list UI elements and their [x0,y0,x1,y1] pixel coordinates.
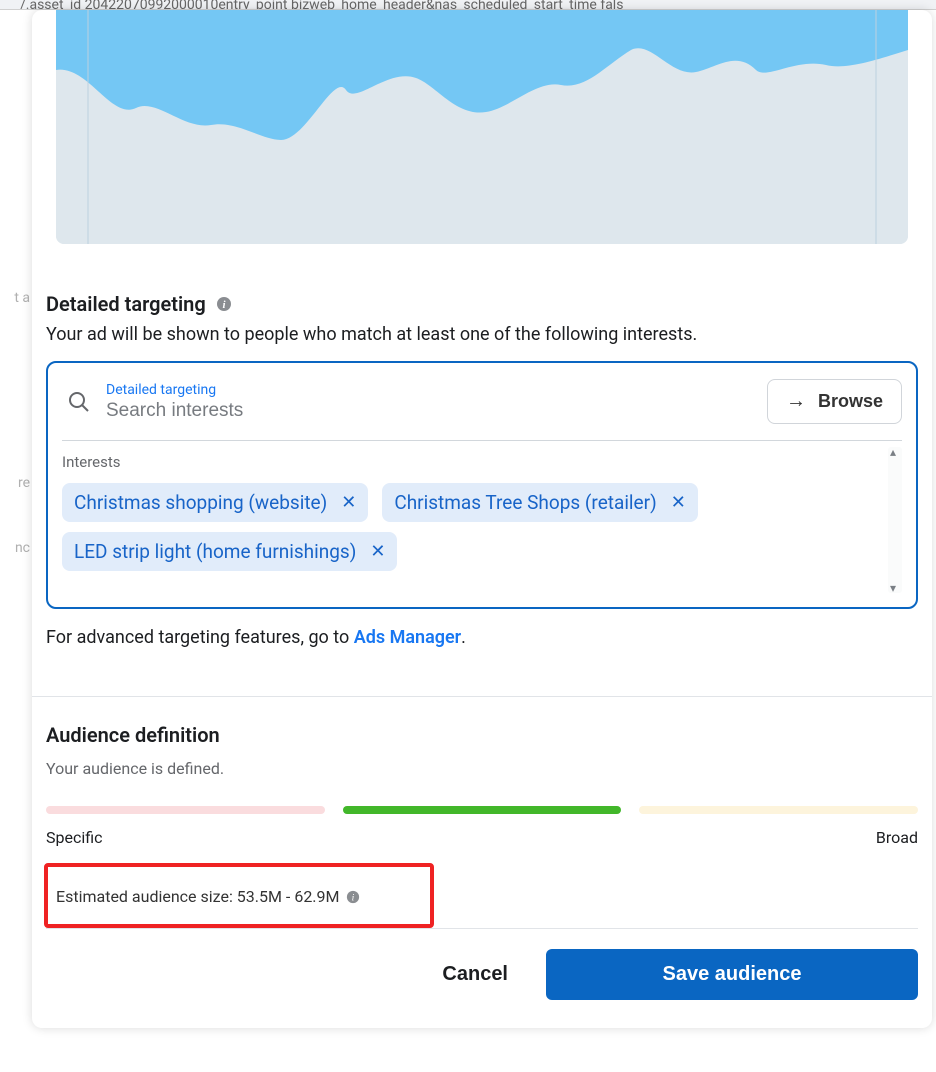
close-icon[interactable]: ✕ [341,492,356,513]
meter-defined [343,806,622,814]
audience-title: Audience definition [46,723,920,747]
cancel-button[interactable]: Cancel [434,951,516,998]
browse-button[interactable]: → Browse [767,379,902,424]
bg-text: re [0,475,30,491]
interest-chip[interactable]: Christmas shopping (website) ✕ [62,483,368,522]
meter-broad [639,806,918,814]
chip-label: LED strip light (home furnishings) [74,540,356,563]
interest-chip[interactable]: LED strip light (home furnishings) ✕ [62,532,397,571]
bg-text: nc [0,540,30,556]
bg-text: t a [0,290,30,306]
estimated-audience: Estimated audience size: 53.5M - 62.9M i [44,863,434,928]
search-icon [62,390,96,414]
chip-label: Christmas Tree Shops (retailer) [394,491,656,514]
meter-specific [46,806,325,814]
audience-meter [46,806,918,814]
meter-label-broad: Broad [876,828,918,847]
divider [32,696,932,697]
ads-manager-link[interactable]: Ads Manager [354,627,461,648]
close-icon[interactable]: ✕ [671,492,686,513]
targeting-box: Detailed targeting → Browse Interests Ch… [46,361,918,609]
search-label: Detailed targeting [106,382,757,398]
advanced-targeting-note: For advanced targeting features, go to A… [46,627,920,648]
audience-subtitle: Your audience is defined. [46,759,920,778]
divider [46,928,918,929]
detailed-targeting-subtitle: Your ad will be shown to people who matc… [46,324,920,345]
detailed-targeting-title: Detailed targeting [46,292,206,316]
interests-header: Interests [62,453,882,471]
meter-label-specific: Specific [46,828,102,847]
info-icon[interactable]: i [216,296,232,312]
url-bar: /.asset_id 20422070992000010entry_point … [0,0,936,10]
search-input[interactable] [106,400,757,422]
location-map[interactable] [56,10,908,244]
chip-label: Christmas shopping (website) [74,491,327,514]
close-icon[interactable]: ✕ [370,541,385,562]
interest-chip[interactable]: Christmas Tree Shops (retailer) ✕ [382,483,697,522]
targeting-card: Detailed targeting i Your ad will be sho… [32,10,932,1028]
arrow-right-icon: → [786,390,806,413]
svg-text:i: i [352,892,355,903]
scrollbar[interactable] [888,447,902,593]
save-audience-button[interactable]: Save audience [546,949,918,1000]
info-icon[interactable]: i [345,889,361,905]
browse-label: Browse [818,391,883,412]
